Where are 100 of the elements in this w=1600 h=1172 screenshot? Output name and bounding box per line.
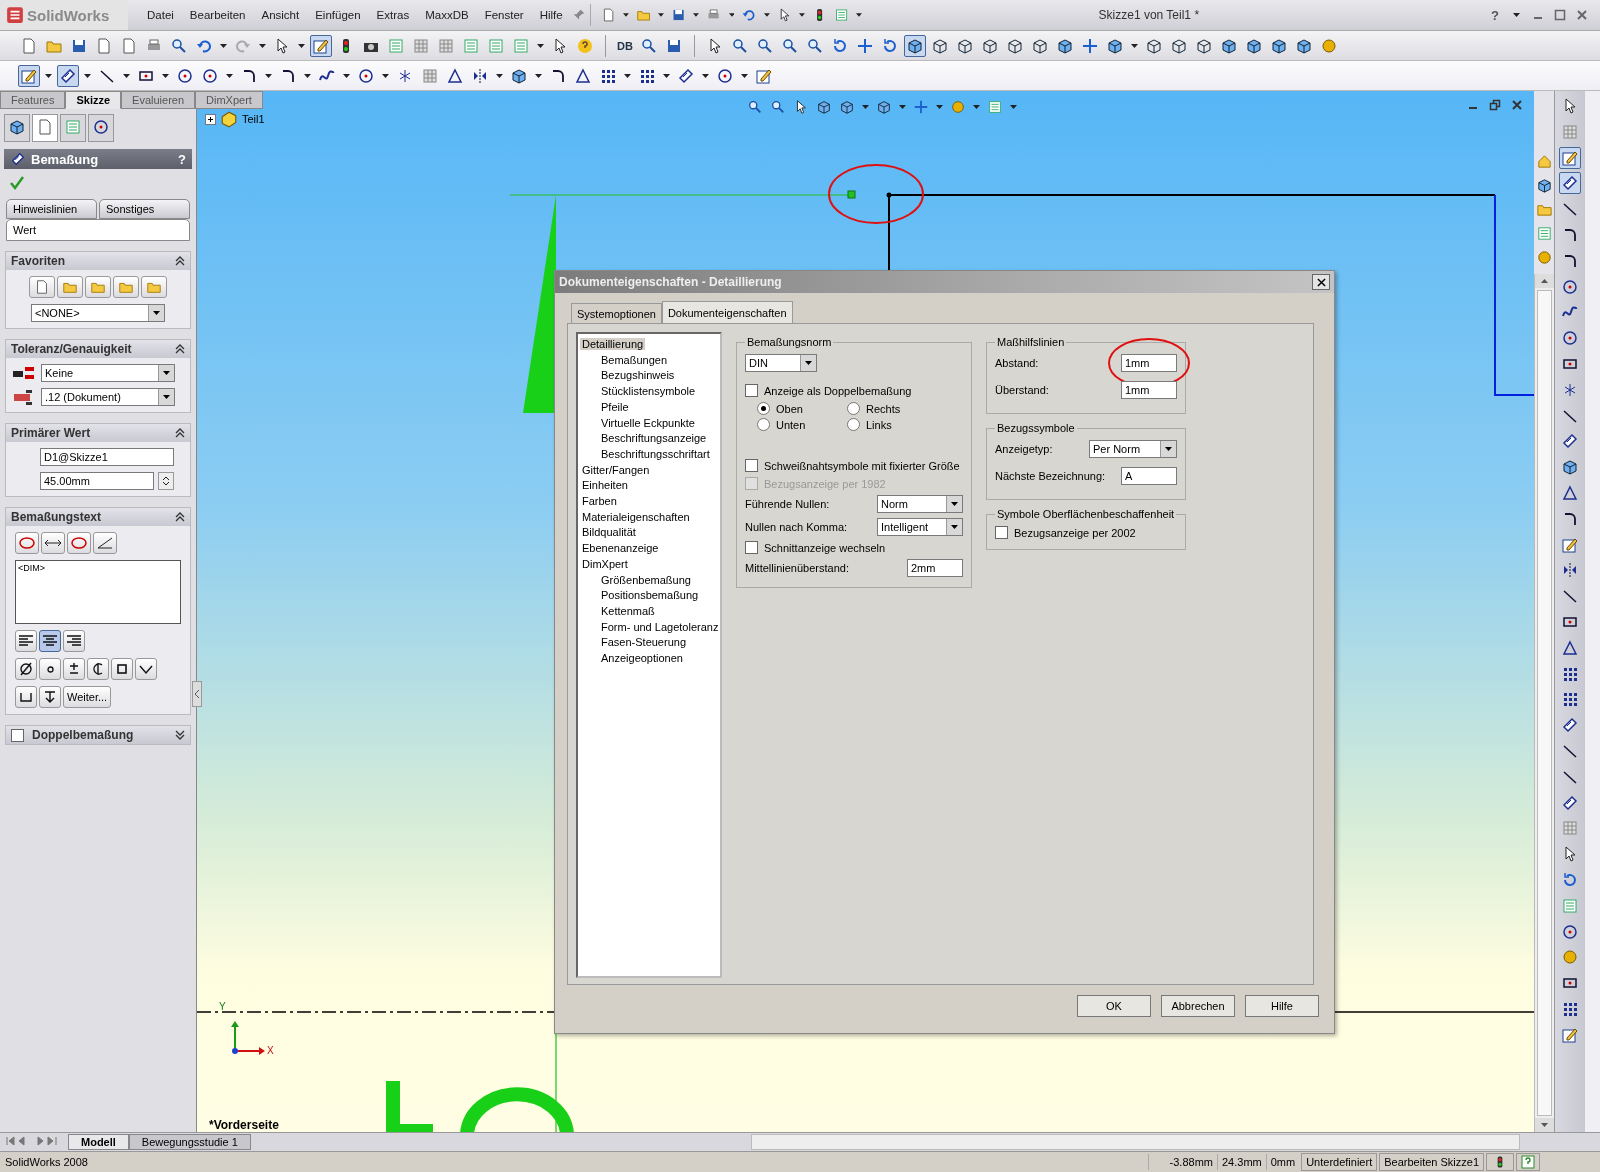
checkbox-label: Anzeige als Doppelbemaßung: [764, 384, 912, 397]
field-label: Nullen nach Komma:: [745, 521, 848, 533]
tree-item[interactable]: Einheiten: [580, 479, 630, 492]
field-label: Führende Nullen:: [745, 498, 830, 510]
menu-item[interactable]: Bearbeiten: [182, 6, 253, 24]
tree-item[interactable]: Größenbemaßung: [599, 573, 693, 586]
tree-item[interactable]: Farben: [580, 495, 619, 508]
group-title: Primärer Wert: [11, 426, 91, 440]
tree-item[interactable]: Detaillierung: [580, 338, 646, 350]
tree-item[interactable]: Fasen-Steuerung: [599, 636, 688, 649]
manager-tab[interactable]: Skizze: [65, 91, 122, 109]
menu-item[interactable]: Fenster: [477, 6, 531, 24]
model-tab[interactable]: Bewegungsstudie 1: [128, 1134, 251, 1150]
dialog-tab[interactable]: Dokumenteigenschaften: [661, 301, 793, 323]
display-type-dropdown[interactable]: Per Norm: [1089, 440, 1177, 458]
menu-item[interactable]: Hilfe: [532, 6, 570, 24]
field-label: Überstand:: [995, 384, 1049, 396]
radio-label: Links: [866, 418, 892, 431]
group-title: Bezugssymbole: [996, 422, 1076, 434]
field-label: Nächste Bezeichnung:: [995, 470, 1106, 482]
tree-item[interactable]: Kettenmaß: [599, 604, 657, 617]
axis-label: X: [267, 1045, 274, 1056]
tree-item[interactable]: Pfeile: [599, 400, 631, 413]
checkbox-label: Schweißnahtsymbole mit fixierter Größe: [764, 459, 960, 472]
field-label: Anzeigetyp:: [995, 443, 1053, 455]
tree-item[interactable]: Bezugshinweis: [599, 369, 677, 382]
panel-title: Bemaßung: [31, 151, 99, 167]
tree-item[interactable]: Ebenenanzeige: [580, 542, 661, 555]
manager-tab[interactable]: Evaluieren: [121, 91, 196, 109]
checkbox-label: Bezugsanzeige per 1982: [764, 477, 886, 490]
menu-item[interactable]: MaxxDB: [418, 6, 476, 24]
trailing-zeros-dropdown[interactable]: Intelligent: [877, 518, 963, 536]
dialog-button[interactable]: Hilfe: [1245, 995, 1319, 1017]
dimension-text-field[interactable]: <DIM>: [15, 560, 181, 624]
status-text: SolidWorks 2008: [4, 1156, 89, 1168]
panel-tab[interactable]: Hinweislinien: [6, 199, 97, 219]
tree-item[interactable]: Teil1: [242, 113, 265, 125]
status-text: Unterdefiniert: [1301, 1153, 1378, 1171]
distance-field[interactable]: 1mm: [1121, 354, 1177, 372]
distance-field[interactable]: 1mm: [1121, 381, 1177, 399]
status-coordinates: -3.88mm: [1147, 1154, 1217, 1170]
tree-item[interactable]: Bildqualität: [580, 526, 638, 539]
view-label: *Vorderseite: [209, 1118, 279, 1132]
menu-item[interactable]: Einfügen: [308, 6, 368, 24]
panel-tab[interactable]: Sonstiges: [99, 199, 190, 219]
menu-item[interactable]: Extras: [369, 6, 417, 24]
favorites-dropdown[interactable]: <NONE>: [31, 304, 165, 322]
tree-item[interactable]: Bemaßungen: [599, 353, 670, 366]
checkbox-label: Schnittanzeige wechseln: [764, 541, 886, 554]
standard-dropdown[interactable]: DIN: [745, 354, 817, 372]
radio-label: Oben: [776, 402, 803, 415]
window-title: Skizze1 von Teil1 *: [1097, 8, 1201, 22]
status-text: Bearbeiten Skizze1: [1379, 1153, 1484, 1171]
leading-zeros-dropdown[interactable]: Norm: [877, 495, 963, 513]
field-label: Mittellinienüberstand:: [745, 562, 849, 574]
dialog-title: Dokumenteigenschaften - Detaillierung: [559, 275, 782, 289]
dialog-button[interactable]: OK: [1077, 995, 1151, 1017]
app-logo: SolidWorks: [27, 6, 110, 24]
database-button[interactable]: DB: [615, 39, 635, 52]
more-button[interactable]: Weiter...: [63, 686, 112, 708]
menu-item[interactable]: Ansicht: [254, 6, 307, 24]
help-button[interactable]: ?: [1489, 7, 1501, 23]
next-label-field[interactable]: A: [1121, 467, 1177, 485]
group-title: Maßhilfslinien: [996, 336, 1066, 348]
precision-dropdown[interactable]: .12 (Dokument): [41, 388, 175, 406]
radio-label: Unten: [776, 418, 806, 431]
dimension-value-field[interactable]: 45.00mm: [40, 472, 154, 490]
radio-label: Rechts: [866, 402, 901, 415]
centerline-extension-field[interactable]: 2mm: [907, 559, 963, 577]
panel-tab[interactable]: Wert: [6, 219, 190, 241]
status-coordinates: 24.3mm: [1216, 1154, 1266, 1170]
axis-label: Y: [219, 1001, 226, 1012]
tree-item[interactable]: DimXpert: [580, 557, 630, 570]
group-title: Favoriten: [11, 254, 65, 268]
tree-item[interactable]: Stücklistensymbole: [599, 385, 698, 398]
group-title: Toleranz/Genauigkeit: [11, 342, 132, 356]
tree-item[interactable]: Beschriftungsanzeige: [599, 432, 709, 445]
dialog-tab[interactable]: Systemoptionen: [571, 303, 662, 323]
help-button[interactable]: ?: [176, 151, 188, 167]
tree-item[interactable]: Beschriftungsschriftart: [599, 447, 712, 460]
tree-item[interactable]: Positionsbemaßung: [599, 589, 701, 602]
tree-item[interactable]: Materialeigenschaften: [580, 510, 692, 523]
tolerance-dropdown[interactable]: Keine: [41, 364, 175, 382]
manager-tab[interactable]: DimXpert: [195, 91, 263, 109]
group-title: Symbole Oberflächenbeschaffenheit: [996, 508, 1176, 520]
group-title: Bemaßungstext: [11, 510, 102, 524]
dialog-button[interactable]: Abbrechen: [1161, 995, 1235, 1017]
dimension-name-field[interactable]: D1@Skizze1: [40, 448, 174, 466]
checkbox-label: Bezugsanzeige per 2002: [1014, 526, 1136, 539]
status-coordinates: 0mm: [1265, 1154, 1300, 1170]
group-title: Doppelbemaßung: [32, 728, 134, 742]
tree-item[interactable]: Form- und Lagetoleranz: [599, 620, 721, 633]
menu-item[interactable]: Datei: [140, 6, 181, 24]
manager-tab[interactable]: Features: [0, 91, 66, 109]
group-title: Bemaßungsnorm: [746, 336, 833, 348]
tree-item[interactable]: Anzeigeoptionen: [599, 652, 685, 665]
model-tab[interactable]: Modell: [68, 1134, 129, 1150]
field-label: Abstand:: [995, 357, 1039, 369]
tree-item[interactable]: Virtuelle Eckpunkte: [599, 416, 697, 429]
tree-item[interactable]: Gitter/Fangen: [580, 463, 652, 476]
